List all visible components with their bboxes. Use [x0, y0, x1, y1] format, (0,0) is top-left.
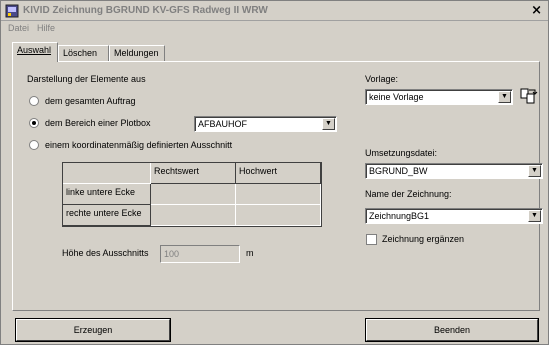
- coordinate-grid: Rechtswert Hochwert linke untere Ecke re…: [62, 162, 322, 227]
- grid-row-header: rechte untere Ecke: [63, 205, 151, 226]
- grid-header-hochwert: Hochwert: [236, 163, 321, 184]
- grid-row-linke-label: linke untere Ecke: [66, 187, 136, 197]
- tab-auswahl-label: Auswahl: [17, 45, 52, 55]
- vorlage-combo[interactable]: keine Vorlage ▼: [365, 89, 513, 105]
- hoehe-input-value: 100: [164, 249, 180, 259]
- ergaenzen-label: Zeichnung ergänzen: [382, 234, 465, 244]
- grid-header-hochwert-label: Hochwert: [239, 166, 278, 176]
- grid-cell-linke-rechtswert[interactable]: [151, 184, 236, 205]
- plotbox-combo-value: AFBAUHOF: [198, 119, 248, 129]
- radio-ausschnitt[interactable]: [29, 140, 39, 150]
- tab-meldungen-label: Meldungen: [114, 48, 159, 58]
- name-combo[interactable]: ZeichnungBG1 ▼: [365, 208, 543, 224]
- main-window: KIVID Zeichnung BGRUND KV-GFS Radweg II …: [0, 0, 549, 345]
- radio-plotbox[interactable]: [29, 118, 39, 128]
- chevron-down-icon[interactable]: ▼: [498, 91, 511, 103]
- grid-cell-rechte-hochwert[interactable]: [236, 205, 321, 226]
- tab-auswahl[interactable]: Auswahl: [12, 42, 58, 62]
- grid-header-rechtswert-label: Rechtswert: [154, 166, 200, 176]
- window-title: KIVID Zeichnung BGRUND KV-GFS Radweg II …: [23, 5, 268, 16]
- name-label: Name der Zeichnung:: [365, 189, 452, 199]
- menu-hilfe[interactable]: Hilfe: [37, 23, 55, 33]
- erzeugen-button-label: Erzeugen: [73, 325, 113, 335]
- beenden-button-label: Beenden: [433, 325, 471, 335]
- tab-loeschen-label: Löschen: [63, 48, 98, 58]
- hoehe-unit: m: [246, 248, 254, 258]
- chevron-down-icon[interactable]: ▼: [528, 165, 541, 177]
- grid-header-rechtswert: Rechtswert: [151, 163, 236, 184]
- umsetzung-label: Umsetzungsdatei:: [365, 148, 438, 158]
- radio-ausschnitt-label: einem koordinatenmäßig definierten Aussc…: [45, 140, 233, 150]
- grid-corner: [63, 163, 151, 184]
- grid-cell-linke-hochwert[interactable]: [236, 184, 321, 205]
- radio-auftrag[interactable]: [29, 96, 39, 106]
- umsetzung-combo-value: BGRUND_BW: [369, 166, 428, 176]
- tab-meldungen[interactable]: Meldungen: [109, 45, 165, 62]
- hoehe-label: Höhe des Ausschnitts: [62, 248, 149, 258]
- ergaenzen-checkbox[interactable]: [366, 234, 377, 245]
- darstellung-label: Darstellung der Elemente aus: [27, 74, 146, 84]
- umsetzung-combo[interactable]: BGRUND_BW ▼: [365, 163, 543, 179]
- radio-auftrag-label: dem gesamten Auftrag: [45, 96, 136, 106]
- app-window-icon: [5, 4, 19, 18]
- radio-plotbox-label: dem Bereich einer Plotbox: [45, 118, 151, 128]
- chevron-down-icon[interactable]: ▼: [322, 118, 335, 130]
- chevron-down-icon[interactable]: ▼: [528, 210, 541, 222]
- vorlage-label: Vorlage:: [365, 74, 399, 84]
- erzeugen-button[interactable]: Erzeugen: [16, 319, 170, 341]
- grid-row-rechte-label: rechte untere Ecke: [66, 208, 142, 218]
- grid-row-header: linke untere Ecke: [63, 184, 151, 205]
- menu-bar: Datei Hilfe: [1, 21, 548, 37]
- copy-template-icon[interactable]: [519, 87, 539, 105]
- grid-cell-rechte-rechtswert[interactable]: [151, 205, 236, 226]
- beenden-button[interactable]: Beenden: [366, 319, 538, 341]
- tab-loeschen[interactable]: Löschen: [58, 45, 109, 62]
- menu-datei[interactable]: Datei: [8, 23, 29, 33]
- auswahl-panel: Darstellung der Elemente aus dem gesamte…: [12, 61, 543, 311]
- vorlage-combo-value: keine Vorlage: [369, 92, 424, 102]
- plotbox-combo[interactable]: AFBAUHOF ▼: [194, 116, 337, 132]
- hoehe-input[interactable]: 100: [160, 245, 240, 263]
- close-icon[interactable]: ×: [531, 3, 542, 18]
- name-combo-value: ZeichnungBG1: [369, 211, 430, 221]
- title-bar: KIVID Zeichnung BGRUND KV-GFS Radweg II …: [1, 1, 548, 21]
